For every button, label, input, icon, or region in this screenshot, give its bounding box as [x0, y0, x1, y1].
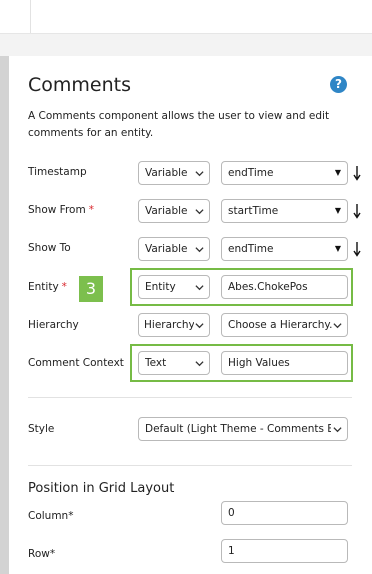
sort-down-arrow-icon[interactable] [353, 241, 361, 257]
entity-input[interactable]: Abes.ChokePos [221, 275, 348, 299]
dropdown-arrow-icon: ▼ [334, 244, 341, 253]
row-label: Row* [28, 548, 56, 560]
row-input[interactable]: 1 [221, 539, 348, 563]
comment-context-type-select[interactable]: Text [138, 351, 210, 375]
chevron-down-icon [333, 427, 342, 433]
column-input[interactable]: 0 [221, 501, 348, 525]
header-strip [0, 34, 372, 56]
timestamp-value-select[interactable]: endTime ▼ [221, 161, 348, 185]
section-divider [28, 397, 352, 398]
show-to-value-select[interactable]: endTime ▼ [221, 237, 348, 261]
chevron-down-icon [333, 323, 342, 329]
column-label: Column* [28, 510, 74, 522]
comment-context-label: Comment Context [28, 357, 124, 369]
chevron-down-icon [195, 361, 204, 367]
timestamp-type-select[interactable]: Variable [138, 161, 210, 185]
chevron-down-icon [195, 209, 204, 215]
toolbar-separator [30, 0, 31, 34]
section-divider [28, 465, 352, 466]
sort-down-arrow-icon[interactable] [353, 165, 361, 181]
chevron-down-icon [195, 171, 204, 177]
show-from-type-select[interactable]: Variable [138, 199, 210, 223]
show-to-label: Show To [28, 242, 71, 254]
hierarchy-label: Hierarchy [28, 319, 79, 331]
dropdown-arrow-icon: ▼ [334, 168, 341, 177]
top-toolbar [0, 0, 372, 34]
hierarchy-value-select[interactable]: Choose a Hierarchy... [221, 313, 348, 337]
grid-layout-heading: Position in Grid Layout [28, 481, 175, 496]
show-from-label: Show From * [28, 204, 94, 216]
show-from-value-select[interactable]: startTime ▼ [221, 199, 348, 223]
entity-type-select[interactable]: Entity [138, 275, 210, 299]
panel-title: Comments [28, 74, 131, 96]
show-to-type-select[interactable]: Variable [138, 237, 210, 261]
panel-description: A Comments component allows the user to … [28, 110, 330, 139]
chevron-down-icon [195, 323, 204, 329]
chevron-down-icon [195, 247, 204, 253]
help-icon[interactable]: ? [330, 76, 347, 93]
left-gutter [0, 56, 9, 574]
comment-context-input[interactable]: High Values [221, 351, 348, 375]
hierarchy-type-select[interactable]: Hierarchy [138, 313, 210, 337]
chevron-down-icon [195, 285, 204, 291]
step-badge: 3 [79, 276, 103, 302]
entity-label: Entity * [28, 281, 67, 293]
dropdown-arrow-icon: ▼ [334, 206, 341, 215]
sort-down-arrow-icon[interactable] [353, 203, 361, 219]
timestamp-label: Timestamp [28, 166, 87, 178]
style-label: Style [28, 423, 55, 435]
style-select[interactable]: Default (Light Theme - Comments Blo [138, 417, 348, 441]
